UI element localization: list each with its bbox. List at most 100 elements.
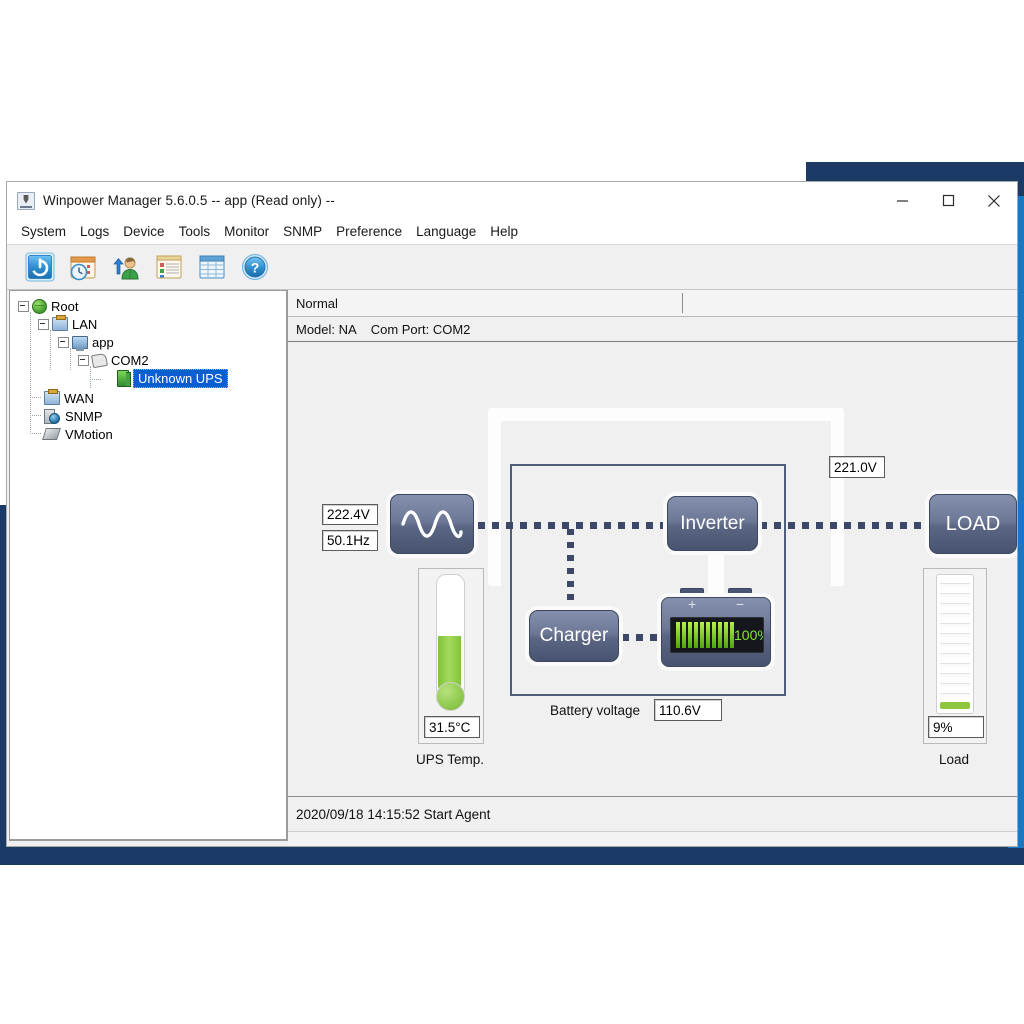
battery-level-bars [676, 622, 734, 648]
battery-bar [688, 622, 692, 648]
battery-bar [676, 622, 680, 648]
minimize-button[interactable] [879, 182, 925, 219]
menu-help[interactable]: Help [483, 222, 525, 241]
expander-icon[interactable] [78, 354, 89, 366]
load-tick [940, 603, 970, 607]
tree-label: COM2 [111, 352, 149, 368]
snmp-icon [44, 408, 60, 424]
menubar: System Logs Device Tools Monitor SNMP Pr… [7, 219, 1017, 245]
load-tick [940, 623, 970, 627]
tree-node-app[interactable]: app [58, 333, 114, 351]
globe-icon [32, 298, 47, 314]
log-entry: 2020/09/18 14:15:52 Start Agent [296, 806, 491, 822]
com-port-label: Com Port: COM2 [370, 321, 471, 337]
battery-bar [706, 622, 710, 648]
menu-system[interactable]: System [14, 222, 73, 241]
charger-module: Charger [529, 610, 619, 662]
battery-percent-text: 100% [734, 627, 763, 643]
svg-text:?: ? [251, 260, 260, 276]
vmotion-icon [42, 428, 61, 440]
tree-label: VMotion [65, 426, 113, 442]
data-table-icon[interactable] [197, 252, 227, 282]
menu-device[interactable]: Device [116, 222, 171, 241]
ups-flow-diagram: 222.4V 50.1Hz Inverter 221.0V LOAD Charg… [288, 342, 1017, 796]
menu-snmp[interactable]: SNMP [276, 222, 329, 241]
tree-connector [90, 366, 91, 388]
sine-wave-icon [401, 510, 463, 539]
expander-icon[interactable] [38, 318, 49, 330]
status-separator [682, 293, 683, 313]
load-tick [940, 583, 970, 587]
help-icon[interactable]: ? [240, 252, 270, 282]
tree-node-unknown-ups[interactable]: Unknown UPS [114, 368, 228, 388]
menu-preference[interactable]: Preference [329, 222, 409, 241]
maximize-button[interactable] [925, 182, 971, 219]
menu-language[interactable]: Language [409, 222, 483, 241]
tree-node-snmp[interactable]: SNMP [41, 407, 103, 425]
battery-module: + − 100% [661, 596, 771, 667]
user-logon-icon[interactable] [111, 252, 141, 282]
tree-node-vmotion[interactable]: VMotion [41, 425, 113, 443]
battery-bar [700, 622, 704, 648]
network-icon [44, 389, 60, 405]
ups-model-row: Model: NA Com Port: COM2 [288, 317, 1017, 342]
event-log-icon[interactable] [154, 252, 184, 282]
load-tick [940, 693, 970, 697]
winpower-manager-window: Winpower Manager 5.6.0.5 -- app (Read on… [6, 181, 1018, 847]
flow-line-charger-to-battery [622, 634, 662, 641]
load-tick [940, 593, 970, 597]
menu-logs[interactable]: Logs [73, 222, 116, 241]
tree-label-selected: Unknown UPS [133, 368, 228, 388]
window-body: Root LAN app COM2 Unknown UPS WAN SNMP V… [7, 290, 1017, 846]
monitor-pane: Normal Model: NA Com Port: COM2 222.4V 5… [288, 290, 1017, 846]
thermometer-bulb [436, 682, 465, 711]
tree-connector [30, 397, 41, 398]
ups-status-row: Normal [288, 290, 1017, 317]
load-module: LOAD [929, 494, 1017, 554]
tree-label: WAN [64, 390, 94, 406]
serial-port-icon [90, 352, 109, 368]
battery-voltage-value: 110.6V [654, 699, 722, 721]
ups-status-text: Normal [296, 295, 338, 311]
tree-label: app [92, 334, 114, 350]
output-voltage-value: 221.0V [829, 456, 885, 478]
close-button[interactable] [971, 182, 1017, 219]
device-tree[interactable]: Root LAN app COM2 Unknown UPS WAN SNMP V… [9, 290, 287, 840]
tree-node-wan[interactable]: WAN [41, 389, 94, 407]
ups-boundary-bottom [510, 694, 786, 696]
tree-node-lan[interactable]: LAN [38, 315, 97, 333]
window-bottom-strip [288, 831, 1017, 846]
battery-plus-sign: + [688, 596, 697, 612]
model-label: Model: NA [296, 321, 357, 337]
power-shutdown-icon[interactable] [25, 252, 55, 282]
load-tick [940, 633, 970, 637]
battery-minus-sign: − [736, 596, 745, 612]
java-cup-icon [17, 191, 35, 210]
battery-bar [694, 622, 698, 648]
window-titlebar[interactable]: Winpower Manager 5.6.0.5 -- app (Read on… [7, 182, 1017, 219]
load-tick [940, 683, 970, 687]
load-tick [940, 643, 970, 647]
event-log-bar: 2020/09/18 14:15:52 Start Agent [288, 796, 1017, 831]
computer-icon [72, 335, 88, 351]
load-tick [940, 663, 970, 667]
tree-label: Root [51, 298, 79, 314]
schedule-calendar-clock-icon[interactable] [68, 252, 98, 282]
tree-node-root[interactable]: Root [18, 297, 78, 315]
expander-icon[interactable] [58, 336, 69, 348]
tree-connector [30, 433, 41, 434]
load-tick [940, 613, 970, 617]
window-title: Winpower Manager 5.6.0.5 -- app (Read on… [43, 193, 335, 208]
tree-connector [90, 379, 101, 380]
expander-icon[interactable] [18, 300, 29, 312]
input-frequency-value: 50.1Hz [322, 530, 378, 551]
device-tree-panel: Root LAN app COM2 Unknown UPS WAN SNMP V… [9, 290, 288, 841]
flow-line-input-to-inverter [478, 522, 664, 529]
tree-label: SNMP [65, 408, 103, 424]
inverter-battery-connector [708, 552, 724, 596]
load-tick [940, 673, 970, 677]
battery-bar [682, 622, 686, 648]
menu-tools[interactable]: Tools [172, 222, 218, 241]
tree-node-com2[interactable]: COM2 [78, 351, 149, 369]
menu-monitor[interactable]: Monitor [217, 222, 276, 241]
